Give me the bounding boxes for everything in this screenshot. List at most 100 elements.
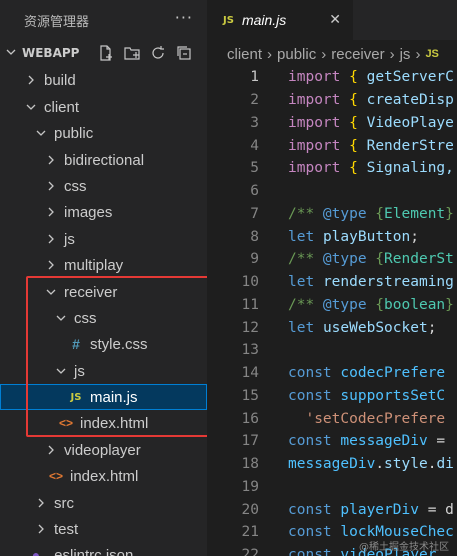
breadcrumb-item[interactable]: client	[227, 46, 262, 63]
code-text: import { Signaling,	[288, 160, 454, 176]
tree-item-label: bidirectional	[64, 151, 145, 169]
folder-css[interactable]: css	[0, 305, 207, 331]
folder-build[interactable]: build	[0, 67, 207, 93]
file-style-css[interactable]: # style.css	[0, 331, 207, 357]
code-token: const	[288, 387, 332, 404]
folder-src[interactable]: src	[0, 490, 207, 516]
line-number: 3	[250, 114, 259, 131]
code-line[interactable]: 9 /** @type {RenderSt	[207, 248, 457, 271]
code-token: renderstreaming	[322, 274, 454, 291]
code-line[interactable]: 3 import { VideoPlaye	[207, 112, 457, 135]
code-line[interactable]: 2 import { createDisp	[207, 89, 457, 112]
breadcrumb-item[interactable]: JS	[425, 48, 438, 60]
code-token: import	[288, 137, 341, 154]
file-index-html[interactable]: <> index.html	[0, 410, 207, 436]
code-text: /** @type {Element}	[288, 206, 454, 222]
file-main-js[interactable]: JS main.js	[0, 384, 207, 410]
code-line[interactable]: 14 const codecPrefere	[207, 362, 457, 385]
chevron-down-icon	[54, 366, 68, 376]
code-token: }	[445, 205, 454, 222]
code-token: const	[288, 433, 332, 450]
code-token: getServerC	[366, 69, 454, 86]
new-folder-icon[interactable]	[123, 44, 141, 62]
code-token: Signaling,	[366, 160, 454, 177]
breadcrumb-item[interactable]: js	[400, 46, 411, 63]
folder-multiplay[interactable]: multiplay	[0, 252, 207, 278]
file--eslintrc-json[interactable]: ● .eslintrc.json	[0, 542, 207, 556]
code-line[interactable]: 1 import { getServerC	[207, 66, 457, 89]
code-token: {	[366, 251, 385, 268]
code-line[interactable]: 10 let renderstreaming	[207, 271, 457, 294]
code-text: let renderstreaming	[288, 274, 454, 290]
line-number: 18	[241, 456, 259, 473]
code-line[interactable]: 19	[207, 476, 457, 499]
tree-item-label: index.html	[70, 467, 139, 485]
code-token: =	[427, 433, 446, 450]
code-line[interactable]: 6	[207, 180, 457, 203]
workspace-name: WEBAPP	[22, 46, 80, 60]
code-token: 'setCodecPrefere	[305, 410, 446, 427]
code-token: import	[288, 92, 341, 109]
folder-receiver[interactable]: receiver	[0, 279, 207, 305]
tab-bar: JS main.js ✕	[207, 0, 457, 40]
code-token: playButton	[322, 228, 411, 245]
line-number: 6	[250, 183, 259, 200]
line-number: 12	[241, 319, 259, 336]
line-number: 19	[241, 478, 259, 495]
folder-bidirectional[interactable]: bidirectional	[0, 147, 207, 173]
new-file-icon[interactable]	[97, 44, 115, 62]
folder-public[interactable]: public	[0, 120, 207, 146]
tree-item-label: images	[64, 203, 113, 221]
folder-videoplayer[interactable]: videoplayer	[0, 437, 207, 463]
code-text: const supportsSetC	[288, 388, 445, 404]
code-line[interactable]: 11 /** @type {boolean}	[207, 294, 457, 317]
code-line[interactable]: 8 let playButton;	[207, 225, 457, 248]
code-token: const	[288, 365, 332, 382]
code-line[interactable]: 15 const supportsSetC	[207, 385, 457, 408]
code-line[interactable]: 20 const playerDiv = d	[207, 498, 457, 521]
breadcrumb-separator-icon: ›	[321, 45, 327, 63]
tab-main-js[interactable]: JS main.js ✕	[207, 0, 353, 40]
ellipsis-icon[interactable]: ···	[175, 8, 193, 27]
tree-item-label: videoplayer	[64, 441, 141, 459]
folder-js[interactable]: js	[0, 226, 207, 252]
chevron-right-icon	[44, 207, 58, 217]
breadcrumb-item[interactable]: receiver	[331, 46, 384, 63]
code-line[interactable]: 7 /** @type {Element}	[207, 203, 457, 226]
code-token: {	[366, 296, 385, 313]
code-text: /** @type {boolean}	[288, 297, 454, 313]
line-number: 8	[250, 228, 259, 245]
refresh-icon[interactable]	[149, 44, 167, 62]
code-token: {	[349, 160, 358, 177]
code-line[interactable]: 13	[207, 339, 457, 362]
folder-client[interactable]: client	[0, 94, 207, 120]
code-line[interactable]: 12 let useWebSocket;	[207, 316, 457, 339]
code-text: messageDiv.style.di	[288, 456, 454, 472]
code-token: {	[349, 69, 358, 86]
chevron-right-icon	[34, 498, 48, 508]
file-index-html[interactable]: <> index.html	[0, 463, 207, 489]
chevron-down-icon	[34, 128, 48, 138]
folder-test[interactable]: test	[0, 516, 207, 542]
breadcrumb-item[interactable]: public	[277, 46, 316, 63]
code-text: const playerDiv = d	[288, 502, 454, 518]
code-line[interactable]: 4 import { RenderStre	[207, 134, 457, 157]
folder-css[interactable]: css	[0, 173, 207, 199]
close-icon[interactable]: ✕	[329, 11, 341, 28]
tree-item-label: public	[54, 124, 94, 142]
code-token: @type	[322, 296, 367, 313]
workspace-section-header[interactable]: WEBAPP	[0, 40, 207, 66]
tree-item-label: index.html	[80, 414, 149, 432]
folder-images[interactable]: images	[0, 199, 207, 225]
code-line[interactable]: 5 import { Signaling,	[207, 157, 457, 180]
code-line[interactable]: 17 const messageDiv =	[207, 430, 457, 453]
folder-js[interactable]: js	[0, 358, 207, 384]
code-line[interactable]: 18 messageDiv.style.di	[207, 453, 457, 476]
code-token: style	[384, 456, 428, 473]
chevron-down-icon	[0, 46, 22, 61]
eslint-file-icon: ●	[31, 547, 41, 556]
collapse-all-icon[interactable]	[175, 44, 193, 62]
code-line[interactable]: 16 'setCodecPrefere	[207, 407, 457, 430]
